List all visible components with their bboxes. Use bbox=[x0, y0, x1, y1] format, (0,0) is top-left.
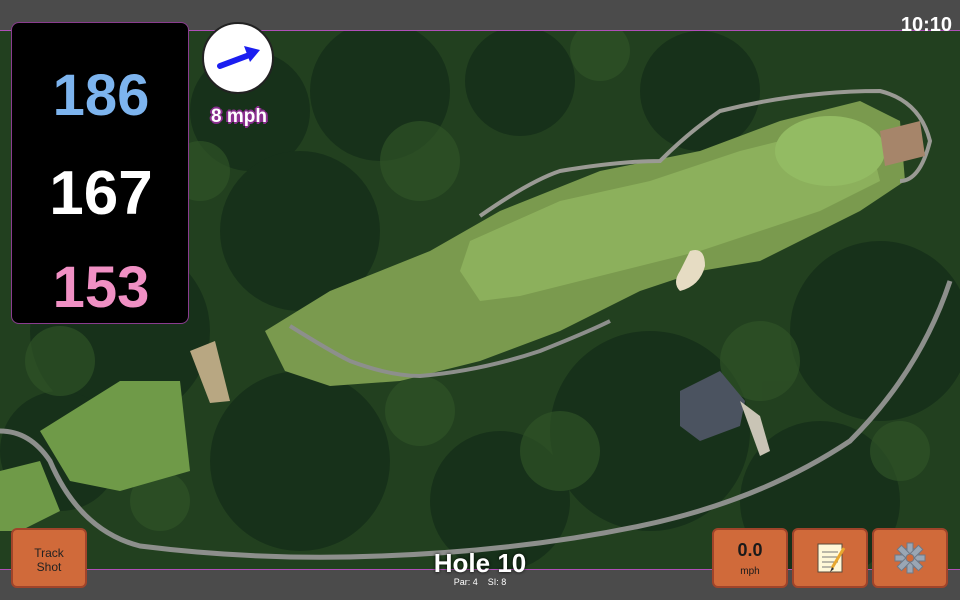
hole-title: Hole 10 bbox=[433, 548, 527, 578]
wind-direction-indicator bbox=[202, 22, 274, 94]
hole-stroke-index: SI: 8 bbox=[487, 577, 507, 587]
settings-button[interactable] bbox=[872, 528, 948, 588]
gear-icon bbox=[894, 542, 926, 574]
hole-par: Par: 4 bbox=[453, 577, 478, 587]
clock-time: 10:10 bbox=[900, 14, 952, 36]
track-shot-label-line2: Shot bbox=[36, 560, 62, 574]
wind-unit: mph bbox=[740, 566, 760, 577]
track-shot-label-line1: Track bbox=[34, 546, 64, 560]
wind-arrow-icon bbox=[217, 46, 260, 69]
distance-panel: 186 167 153 bbox=[11, 22, 189, 324]
notes-button[interactable] bbox=[792, 528, 868, 588]
hole-details: Par: 4 SI: 8 bbox=[380, 577, 580, 587]
wind-speed-button[interactable]: 0.0 mph bbox=[712, 528, 788, 588]
wind-value: 0.0 bbox=[737, 540, 763, 560]
distance-front: 153 bbox=[52, 255, 150, 320]
distance-back: 186 bbox=[52, 63, 150, 128]
wind-speed-label: 8 mph bbox=[211, 106, 267, 127]
notepad-icon bbox=[817, 543, 846, 573]
track-shot-button[interactable]: Track Shot bbox=[11, 528, 87, 588]
distance-middle: 167 bbox=[49, 159, 153, 228]
